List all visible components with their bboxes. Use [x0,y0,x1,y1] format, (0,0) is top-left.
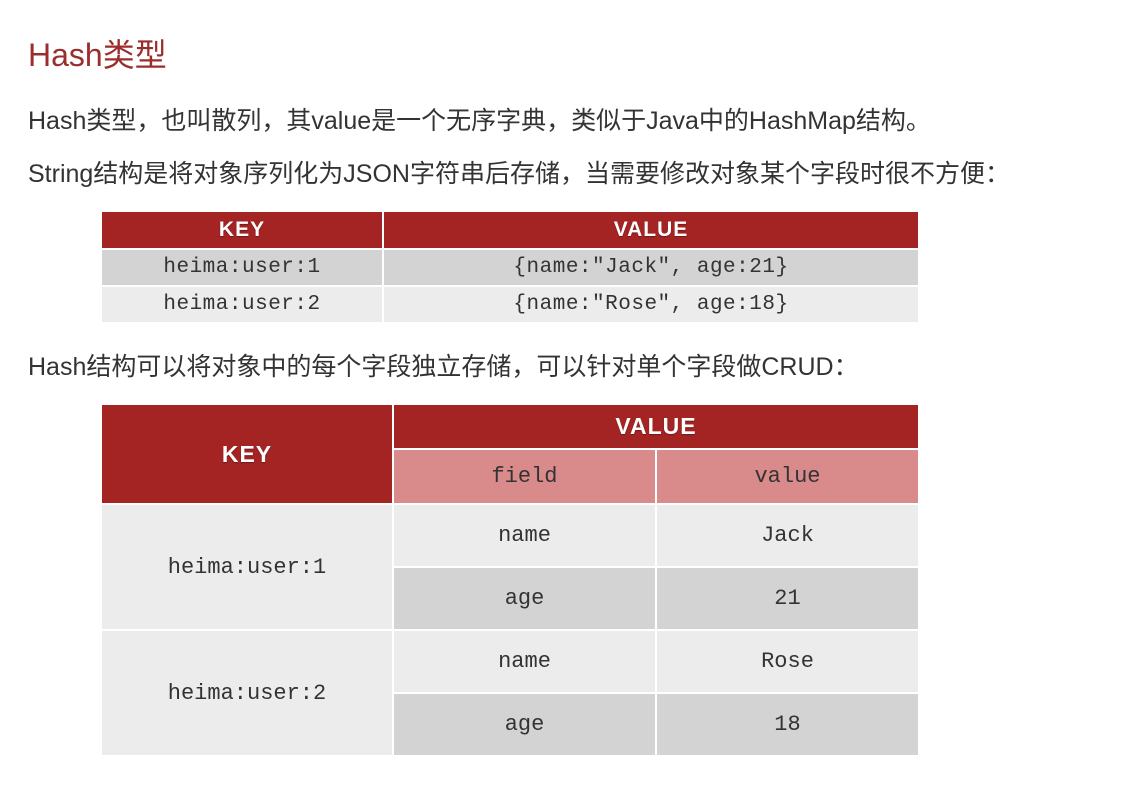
table-row: heima:user:1 {name:"Jack", age:21} [102,250,918,285]
table1-cell: {name:"Rose", age:18} [384,287,918,322]
table-row: heima:user:2 name Rose [102,631,918,692]
table2-key-cell: heima:user:1 [102,505,392,629]
table1-header-key: KEY [102,212,382,248]
table2-field-cell: name [394,505,655,566]
paragraph-hash: Hash结构可以将对象中的每个字段独立存储，可以针对单个字段做CRUD： [28,350,1115,385]
table1-cell: heima:user:1 [102,250,382,285]
table-row: heima:user:1 name Jack [102,505,918,566]
table2-value-cell: Jack [657,505,918,566]
table2-header-key: KEY [102,405,392,503]
paragraph-intro: Hash类型，也叫散列，其value是一个无序字典，类似于Java中的HashM… [28,104,1115,139]
table2-value-cell: 21 [657,568,918,629]
hash-structure-table: KEY VALUE field value heima:user:1 name … [100,403,920,757]
table2-key-cell: heima:user:2 [102,631,392,755]
table2-subheader-field: field [394,450,655,503]
table1-cell: heima:user:2 [102,287,382,322]
table2-field-cell: age [394,568,655,629]
table2-value-cell: Rose [657,631,918,692]
table2-subheader-value: value [657,450,918,503]
string-structure-table: KEY VALUE heima:user:1 {name:"Jack", age… [100,210,920,324]
table2-field-cell: name [394,631,655,692]
table1-cell: {name:"Jack", age:21} [384,250,918,285]
table2-field-cell: age [394,694,655,755]
table1-header-value: VALUE [384,212,918,248]
page-title: Hash类型 [28,30,1115,76]
table-row: heima:user:2 {name:"Rose", age:18} [102,287,918,322]
table2-header-value: VALUE [394,405,918,448]
table2-value-cell: 18 [657,694,918,755]
paragraph-string: String结构是将对象序列化为JSON字符串后存储，当需要修改对象某个字段时很… [28,157,1115,192]
